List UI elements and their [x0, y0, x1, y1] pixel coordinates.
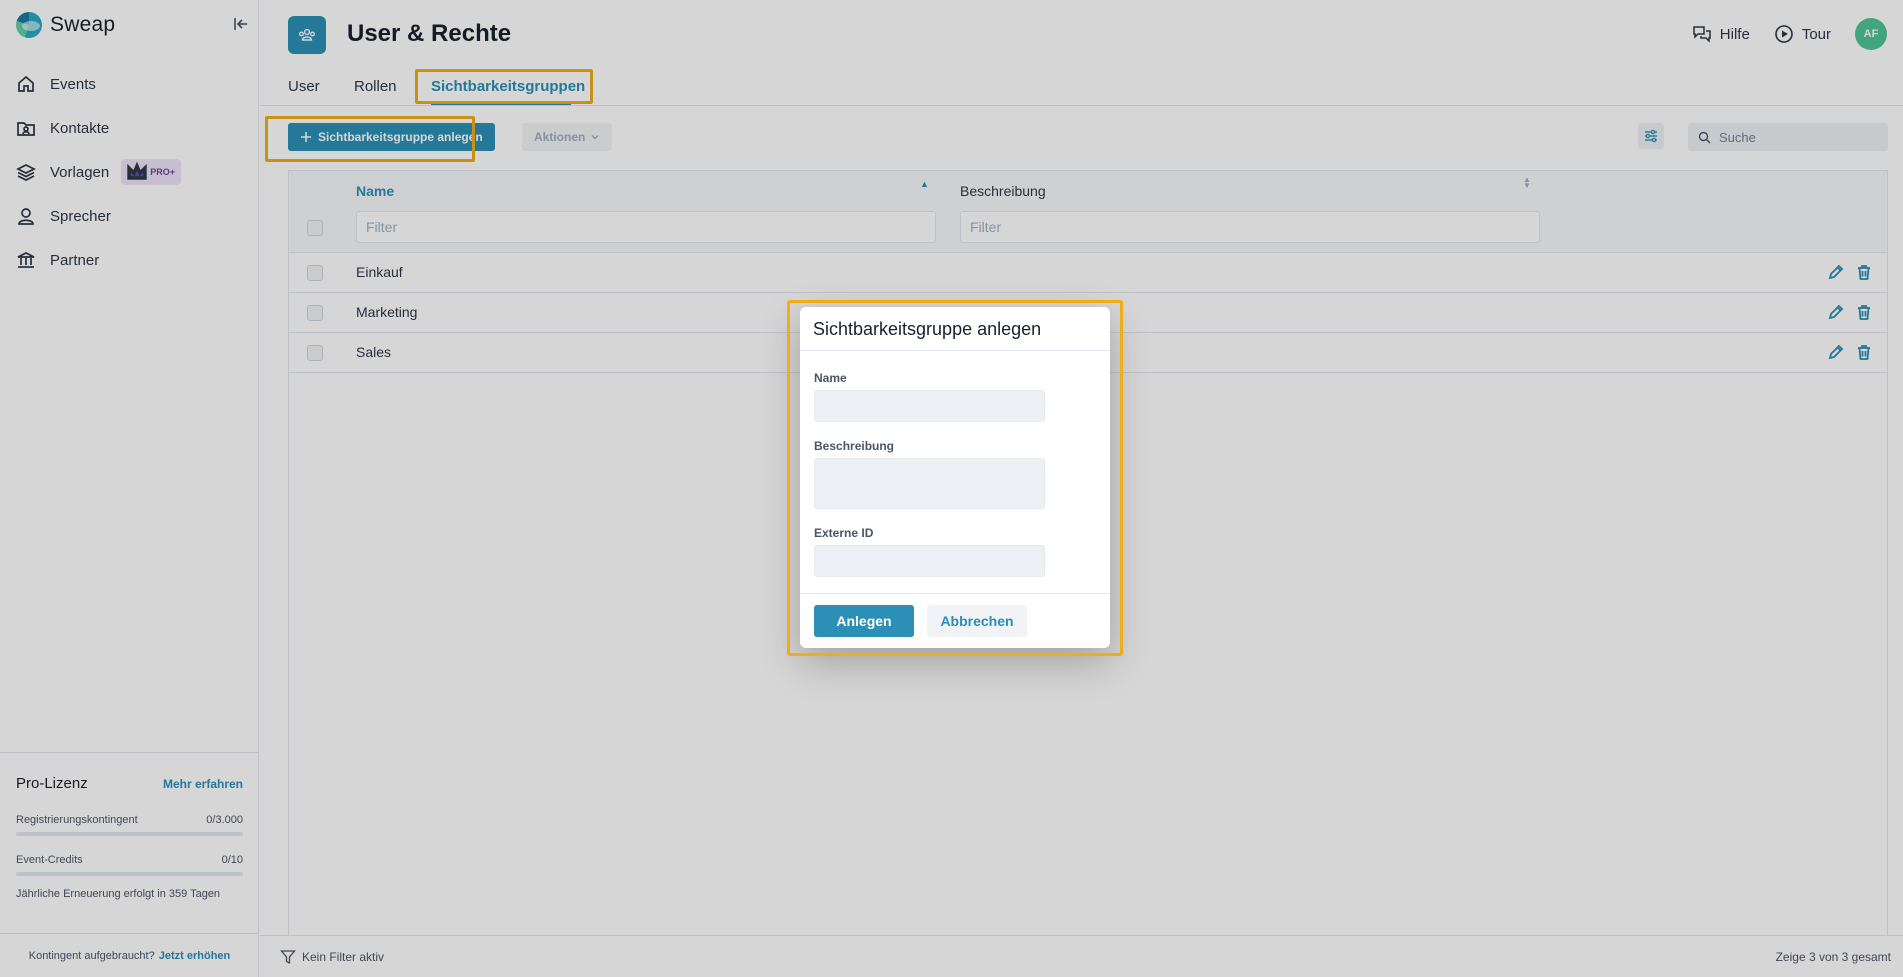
highlight-dialog-frame: [787, 300, 1123, 656]
